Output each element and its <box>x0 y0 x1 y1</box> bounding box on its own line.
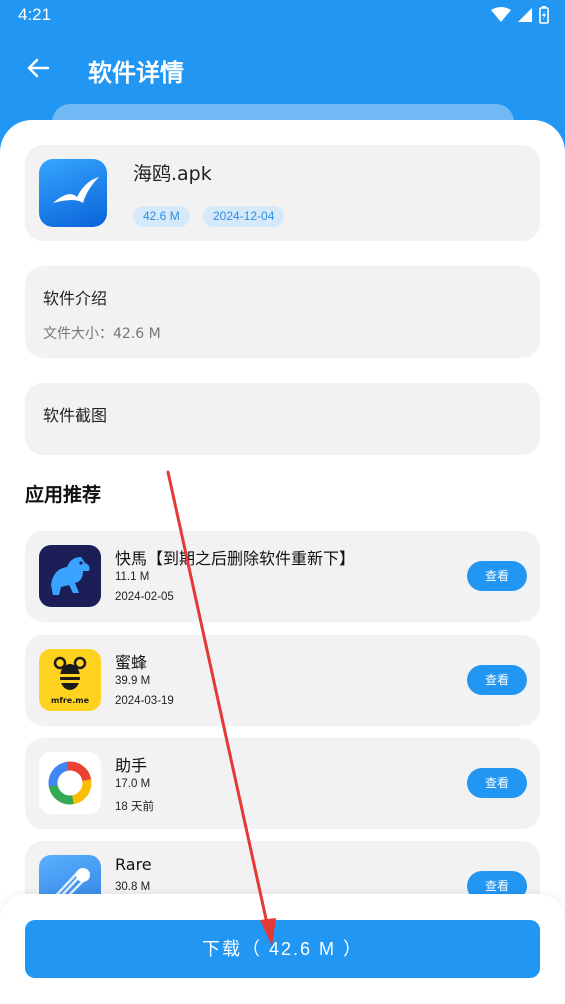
content-sheet[interactable]: 海鸥.apk 42.6 M 2024-12-04 软件介绍 文件大小：42.6 … <box>0 120 565 1004</box>
ring-icon <box>39 752 101 814</box>
list-item[interactable]: mfre.me 蜜蜂 39.9 M 2024-03-19 查看 <box>25 635 540 726</box>
seagull-icon <box>39 159 107 227</box>
list-item-date: 18 天前 <box>115 801 154 813</box>
page-title: 软件详情 <box>88 59 184 87</box>
bee-icon-text: mfre.me <box>51 696 90 705</box>
back-button[interactable] <box>22 52 54 84</box>
view-button[interactable]: 查看 <box>467 665 527 695</box>
list-item[interactable]: 快馬【到期之后删除软件重新下】 11.1 M 2024-02-05 查看 <box>25 531 540 622</box>
date-badge: 2024-12-04 <box>203 206 285 227</box>
list-item-name: 快馬【到期之后删除软件重新下】 <box>115 549 356 568</box>
bottom-bar: 下载（ 42.6 M ） <box>0 894 565 1004</box>
list-item-size: 39.9 M <box>115 675 151 687</box>
download-button[interactable]: 下载（ 42.6 M ） <box>25 920 540 978</box>
app-bar: 软件详情 <box>0 40 565 96</box>
view-button[interactable]: 查看 <box>467 768 527 798</box>
status-time: 4:21 <box>18 5 52 24</box>
recommend-heading: 应用推荐 <box>25 484 102 506</box>
list-item-size: 17.0 M <box>115 778 151 790</box>
intro-card: 软件介绍 文件大小：42.6 M <box>25 266 540 358</box>
app-name: 海鸥.apk <box>133 163 212 185</box>
status-bar: 4:21 <box>0 0 565 32</box>
list-item-name: 蜜蜂 <box>115 653 148 672</box>
screenshots-title: 软件截图 <box>43 406 108 425</box>
list-item-date: 2024-02-05 <box>115 591 174 603</box>
list-item-size: 11.1 M <box>115 571 150 583</box>
intro-title: 软件介绍 <box>43 289 108 308</box>
status-icons <box>491 6 549 24</box>
list-item-date: 2024-03-19 <box>115 695 174 707</box>
list-item-size: 30.8 M <box>115 881 151 893</box>
battery-icon <box>539 6 549 24</box>
app-info-card: 海鸥.apk 42.6 M 2024-12-04 <box>25 145 540 241</box>
list-item[interactable]: 助手 17.0 M 18 天前 查看 <box>25 738 540 829</box>
list-item-name: 助手 <box>115 756 148 775</box>
view-button[interactable]: 查看 <box>467 561 527 591</box>
list-item-name: Rare <box>115 855 152 874</box>
wifi-icon <box>491 7 511 22</box>
signal-icon <box>518 8 532 22</box>
bee-icon: mfre.me <box>39 649 101 711</box>
horse-icon <box>39 545 101 607</box>
screenshots-card: 软件截图 <box>25 383 540 455</box>
size-badge: 42.6 M <box>133 206 190 227</box>
file-size-text: 文件大小：42.6 M <box>43 326 161 342</box>
arrow-left-icon <box>27 58 50 78</box>
